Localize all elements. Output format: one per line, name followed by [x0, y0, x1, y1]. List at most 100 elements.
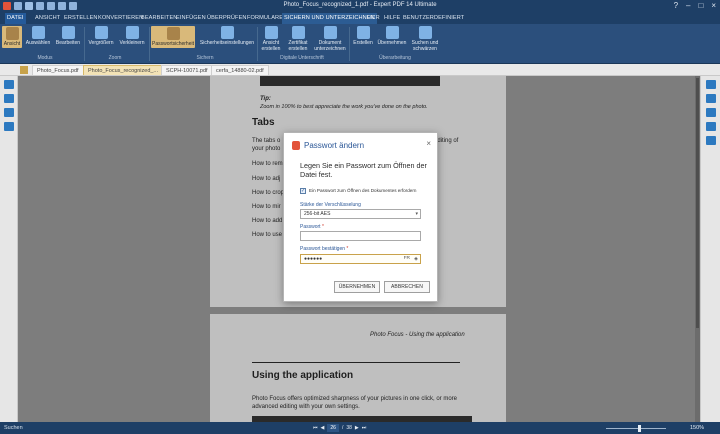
- edit-mode-button[interactable]: Bearbeiten: [54, 26, 82, 47]
- hand-icon: [5, 27, 19, 40]
- group-digital-signature-label: Digitale Unterschrift: [280, 55, 324, 61]
- layers-icon[interactable]: [4, 108, 14, 117]
- list-item: How to rem: [252, 161, 283, 167]
- shield-icon: [220, 26, 234, 39]
- page-photo: [260, 76, 440, 86]
- doc-tab-photo-focus[interactable]: Photo_Focus.pdf: [32, 65, 84, 75]
- keyboard-language-indicator: FR: [403, 256, 410, 261]
- page-navigator: ⏮ ◀ 26 / 38 ▶ ⏭: [313, 424, 366, 432]
- apply-button[interactable]: ÜBERNEHMEN: [334, 281, 380, 293]
- comments-icon[interactable]: [706, 94, 716, 103]
- zoom-track: [606, 428, 666, 429]
- search-redact-button[interactable]: Suchen und schwärzen: [409, 26, 441, 52]
- help-icon[interactable]: ?: [674, 1, 678, 10]
- list-item: How to crop: [252, 190, 285, 196]
- home-tab-icon[interactable]: [20, 66, 28, 74]
- divider-line: [252, 362, 460, 363]
- tab-view[interactable]: ANSICHT: [33, 13, 62, 24]
- dialog-close-button[interactable]: ×: [426, 139, 431, 148]
- dialog-title: Passwort ändern: [304, 141, 365, 150]
- pin-icon[interactable]: [706, 136, 716, 145]
- list-item: How to adj: [252, 176, 281, 182]
- maximize-icon[interactable]: □: [698, 1, 703, 10]
- vertical-scrollbar[interactable]: [695, 76, 700, 422]
- zoom-out-icon: [125, 26, 139, 39]
- tip-text: Zoom in 100% to best appreciate the work…: [260, 104, 428, 110]
- confirm-password-value: ●●●●●●: [304, 256, 323, 262]
- password-input[interactable]: [300, 231, 421, 241]
- body-text: advanced editing with your own settings.: [252, 404, 360, 410]
- create-certificate-button[interactable]: Zertifikat erstellen: [285, 26, 311, 52]
- ribbon-tabs: DATEI ANSICHT ERSTELLEN KONVERTIEREN BEA…: [0, 13, 720, 24]
- tab-custom[interactable]: BENUTZERDEFINIERT: [401, 13, 466, 24]
- last-page-icon[interactable]: ⏭: [362, 425, 367, 431]
- zoom-in-button[interactable]: Vergrößern: [87, 26, 115, 47]
- minimize-icon[interactable]: –: [686, 1, 690, 10]
- tab-convert[interactable]: KONVERTIEREN: [96, 13, 145, 24]
- thumbnails-icon[interactable]: [4, 94, 14, 103]
- current-page-input[interactable]: 26: [327, 424, 339, 432]
- group-revision-label: Überarbeitung: [379, 55, 411, 61]
- tab-help[interactable]: HILFE: [382, 13, 402, 24]
- tab-file[interactable]: DATEI: [5, 13, 26, 24]
- select-mode-button[interactable]: Auswählen: [24, 26, 52, 47]
- zoom-out-button[interactable]: Verkleinern: [117, 26, 147, 47]
- running-header: Photo Focus - Using the application: [370, 332, 465, 338]
- first-page-icon[interactable]: ⏮: [313, 425, 318, 431]
- tab-secure-sign[interactable]: SICHERN UND UNTERZEICHNEN: [282, 13, 377, 24]
- redact-apply-icon: [385, 26, 399, 39]
- prev-page-icon[interactable]: ◀: [321, 425, 325, 431]
- chat-icon[interactable]: [706, 108, 716, 117]
- require-password-label: Ein Passwort zum Öffnen des Dokumentes e…: [309, 188, 417, 193]
- close-icon[interactable]: ×: [711, 1, 716, 10]
- zoom-slider[interactable]: [606, 424, 666, 432]
- view-mode-button[interactable]: Ansicht: [2, 26, 22, 48]
- section-title: Tabs: [252, 117, 275, 128]
- require-password-checkbox[interactable]: ✓: [300, 188, 306, 194]
- tab-forms[interactable]: FORMULARE: [245, 13, 285, 24]
- tab-create[interactable]: ERSTELLEN: [62, 13, 100, 24]
- group-zoom-label: Zoom: [108, 55, 122, 61]
- signature-view-icon: [264, 26, 278, 39]
- tab-insert[interactable]: EINFÜGEN: [174, 13, 208, 24]
- body-text: Photo Focus offers optimized sharpness o…: [252, 396, 457, 402]
- doc-tab-photo-focus-recognized[interactable]: Photo_Focus_recognized_...: [83, 65, 164, 75]
- total-pages: 38: [346, 425, 352, 431]
- lock-icon: [166, 27, 180, 40]
- doc-tab-scph[interactable]: SCPH-10071.pdf: [161, 65, 213, 75]
- title-bar: Photo_Focus_recognized_1.pdf - Expert PD…: [0, 0, 720, 13]
- text-select-icon: [31, 26, 45, 39]
- cancel-button[interactable]: ABBRECHEN: [384, 281, 430, 293]
- certificate-icon: [291, 26, 305, 39]
- redaction-create-button[interactable]: Erstellen: [351, 26, 375, 47]
- encryption-strength-select[interactable]: 256-bit AES ▾: [300, 209, 421, 219]
- tip-label: Tip:: [260, 96, 271, 102]
- security-settings-button[interactable]: Sicherheitseinstellungen: [198, 26, 256, 47]
- confirm-password-input[interactable]: ●●●●●● FR ◈: [300, 254, 421, 264]
- next-page-icon[interactable]: ▶: [355, 425, 359, 431]
- sign-document-button[interactable]: Dokument unterzeichnen: [313, 26, 347, 52]
- redaction-apply-button[interactable]: Übernehmen: [377, 26, 407, 47]
- show-password-icon[interactable]: ◈: [414, 255, 418, 263]
- scrollbar-thumb[interactable]: [696, 78, 699, 328]
- create-view-button[interactable]: Ansicht erstellen: [259, 26, 283, 52]
- tab-review[interactable]: ÜBERPRÜFEN: [205, 13, 249, 24]
- password-security-button[interactable]: Passwortsicherheit: [151, 26, 195, 48]
- doc-tab-cerfa[interactable]: cerfa_14880-02.pdf: [211, 65, 269, 75]
- zoom-in-icon: [94, 26, 108, 39]
- attachments-icon[interactable]: [4, 122, 14, 131]
- document-tabs: Photo_Focus.pdf Photo_Focus_recognized_.…: [0, 64, 720, 76]
- search-field[interactable]: Suchen: [4, 424, 64, 432]
- tab-ocr[interactable]: OCR: [365, 13, 382, 24]
- group-secure-label: Sichern: [196, 55, 214, 61]
- document-page: Photo Focus - Using the application Usin…: [210, 314, 506, 422]
- tools-icon[interactable]: [706, 122, 716, 131]
- bookmarks-icon[interactable]: [4, 80, 14, 89]
- encryption-strength-value: 256-bit AES: [304, 211, 331, 217]
- chevron-down-icon: ▾: [415, 211, 418, 217]
- zoom-knob[interactable]: [638, 425, 641, 432]
- group-mode-label: Modus: [37, 55, 53, 61]
- section-title: Using the application: [252, 370, 354, 381]
- list-item: How to use: [252, 232, 283, 238]
- properties-icon[interactable]: [706, 80, 716, 89]
